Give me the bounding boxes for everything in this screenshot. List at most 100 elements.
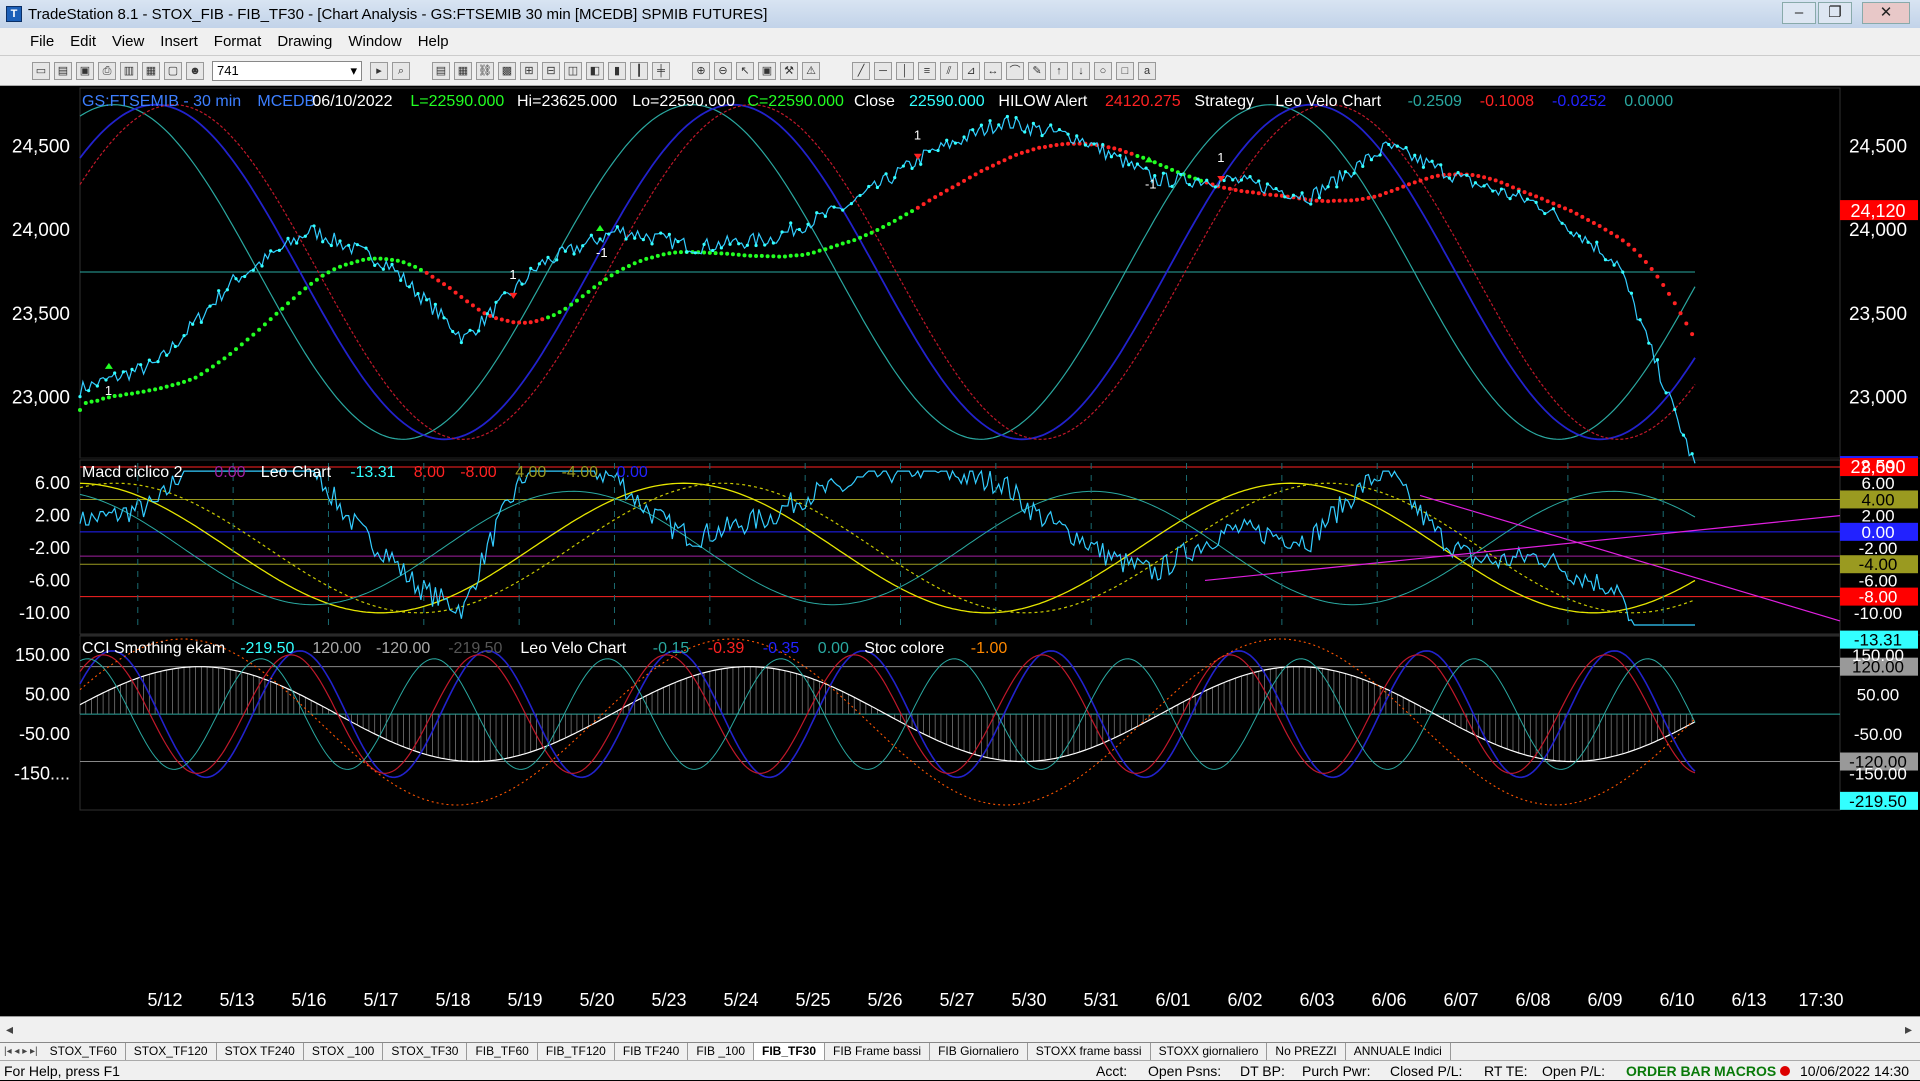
tab-annuale-indici[interactable]: ANNUALE Indici [1346,1043,1451,1060]
price-point [849,202,853,206]
tab-stox-tf60[interactable]: STOX_TF60 [42,1043,126,1060]
print-icon[interactable]: ⎙ [98,61,116,80]
arc-icon[interactable]: ⌒ [1006,61,1024,80]
strategy-dot-down [476,307,481,312]
price-point [1395,144,1400,148]
tab-fib-tf120[interactable]: FIB_TF120 [538,1043,615,1060]
macros-button[interactable]: MACROS [1714,1061,1776,1081]
pen-icon[interactable]: ✎ [1028,61,1046,80]
menu-drawing[interactable]: Drawing [269,33,340,50]
tab-stoxx-giornaliero[interactable]: STOXX giornaliero [1151,1043,1268,1060]
menu-format[interactable]: Format [206,33,270,50]
price-point [633,236,637,240]
arrow-icon[interactable]: ↔ [984,61,1002,80]
price-point [581,244,585,248]
rectangle-icon[interactable]: □ [1116,61,1134,80]
lock-icon[interactable]: ▢ [164,61,182,80]
price-y-tick-left: 23,500 [12,304,70,325]
strategy-dot-up [390,257,395,262]
price-point [1569,231,1573,235]
find-icon[interactable]: ⌕ [392,61,410,80]
ellipse-icon[interactable]: ○ [1094,61,1112,80]
chart-icon[interactable]: ▥ [120,61,138,80]
horizontal-line-icon[interactable]: ─ [874,61,892,80]
save-icon[interactable]: ▣ [76,61,94,80]
new-icon[interactable]: ▭ [32,61,50,80]
strategy-dot-up [199,372,204,377]
restore-button[interactable]: ❐ [1818,2,1852,24]
horizontal-scrollbar[interactable]: ◂ ▸ [0,1016,1920,1042]
open-icon[interactable]: ▤ [54,61,72,80]
text-icon[interactable]: a [1138,61,1156,80]
chart-analysis-area[interactable]: 1 1 -1 1 -1 1 5/12 5/13 5/16 5/17 5/18 5/19 5/20 5/23… [0,86,1920,1016]
chart-svg[interactable]: 1 1 -1 1 -1 1 5/12 5/13 5/16 5/17 5/18 5/19 5/20 5/23… [0,86,1920,1016]
chevron-down-icon[interactable]: ▾ [350,62,357,80]
tab-fib-giornaliero[interactable]: FIB Giornaliero [930,1043,1028,1060]
strategy-dot-up [580,294,585,299]
price-point [1439,163,1443,167]
scroll-left-icon[interactable]: ◂ [6,1021,13,1038]
tab-no-prezzi[interactable]: No PREZZI [1267,1043,1346,1060]
people-icon[interactable]: ☻ [186,61,204,80]
signal-label: 1 [509,267,516,282]
up-arrow-icon[interactable]: ↑ [1050,61,1068,80]
strategy-dot-down [1678,311,1683,316]
strategy-dot-up [794,253,799,258]
fib-icon[interactable]: ≡ [918,61,936,80]
strategy-dot-up [626,263,631,268]
strategy-dot-up [257,327,262,332]
indicator-icon[interactable]: ◫ [564,61,582,80]
tab-nav-icon[interactable]: |◂ ◂ ▸ ▸| [0,1046,42,1057]
alert-icon[interactable]: ⚠ [802,61,820,80]
price-point [1387,142,1391,147]
window-icon[interactable]: ▦ [142,61,160,80]
hammer-icon[interactable]: ⚒ [780,61,798,80]
bar-icon[interactable]: ▤ [432,61,450,80]
symbol-input[interactable]: 741 ▾ [212,60,362,81]
order-bar-button[interactable]: ORDER BAR [1626,1061,1711,1081]
menu-help[interactable]: Help [410,33,457,50]
play-icon[interactable]: ▸ [370,61,388,80]
tab-fib-100[interactable]: FIB _100 [688,1043,755,1060]
scroll-right-icon[interactable]: ▸ [1905,1021,1912,1038]
menu-window[interactable]: Window [340,33,409,50]
strategy-dot-down [459,295,464,300]
ohlc-icon[interactable]: ╪ [652,61,670,80]
pointer-icon[interactable]: ↖ [736,61,754,80]
tab-fib-tf240[interactable]: FIB TF240 [615,1043,689,1060]
strategy-dot-down [1048,143,1053,148]
tab-stox-tf30[interactable]: STOX_TF30 [383,1043,468,1060]
table-icon[interactable]: ▦ [454,61,472,80]
minimize-button[interactable]: – [1782,2,1816,24]
data-window-icon[interactable]: ▣ [758,61,776,80]
gann-icon[interactable]: ⊿ [962,61,980,80]
tab-stox-tf240[interactable]: STOX TF240 [217,1043,304,1060]
candle-icon[interactable]: ┃ [630,61,648,80]
link-icon[interactable]: ⛓ [476,61,494,80]
insert-icon[interactable]: ⊞ [520,61,538,80]
zoom-in-icon[interactable]: ⊕ [692,61,710,80]
volume-icon[interactable]: ▮ [608,61,626,80]
strategy-dot-up [1170,167,1175,172]
channel-icon[interactable]: ⫽ [940,61,958,80]
price-header-item: Hi=23625.000 [517,93,617,110]
close-button[interactable]: ✕ [1862,2,1910,24]
trendline-icon[interactable]: ╱ [852,61,870,80]
strategy-dot-down [1019,150,1024,155]
tab-stox-tf120[interactable]: STOX_TF120 [126,1043,217,1060]
zoom-out-icon[interactable]: ⊖ [714,61,732,80]
grid-icon[interactable]: ▩ [498,61,516,80]
down-arrow-icon[interactable]: ↓ [1072,61,1090,80]
tab-fib-tf60[interactable]: FIB_TF60 [467,1043,538,1060]
vertical-line-icon[interactable]: │ [896,61,914,80]
tab-stox-100[interactable]: STOX _100 [304,1043,384,1060]
strategy-icon[interactable]: ◧ [586,61,604,80]
menu-insert[interactable]: Insert [152,33,206,50]
tab-fib-tf30[interactable]: FIB_TF30 [754,1043,826,1060]
menu-view[interactable]: View [104,33,152,50]
tab-fib-frame-bassi[interactable]: FIB Frame bassi [825,1043,931,1060]
layout-icon[interactable]: ⊟ [542,61,560,80]
tab-stoxx-frame-bassi[interactable]: STOXX frame bassi [1028,1043,1151,1060]
menu-edit[interactable]: Edit [62,33,104,50]
menu-file[interactable]: File [0,33,62,50]
